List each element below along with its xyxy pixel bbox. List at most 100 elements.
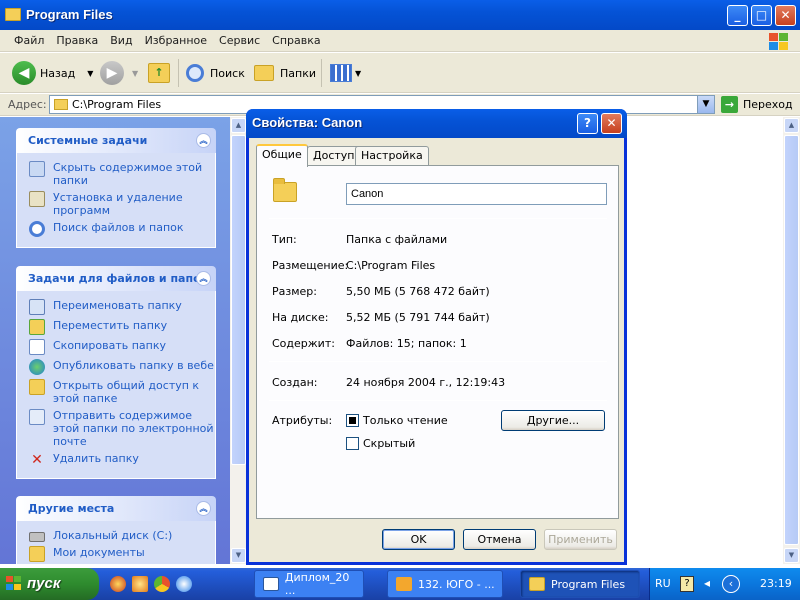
cancel-button[interactable]: Отмена bbox=[463, 529, 536, 550]
folders-button[interactable]: Папки bbox=[254, 59, 316, 87]
help-button[interactable]: ? bbox=[577, 113, 598, 134]
task-link[interactable]: Скрыть содержимое этой папки bbox=[29, 161, 215, 187]
taskbar-button-label: 132. ЮГО - ... bbox=[418, 577, 495, 591]
share-icon bbox=[29, 379, 45, 395]
task-link[interactable]: Поиск файлов и папок bbox=[29, 221, 215, 237]
created-label: Создан: bbox=[272, 376, 318, 389]
forward-button[interactable]: ▶ ▼ bbox=[100, 59, 138, 87]
up-folder-button[interactable]: ↑ bbox=[148, 59, 170, 87]
go-arrow-icon: → bbox=[721, 96, 738, 113]
menu-view[interactable]: Вид bbox=[104, 30, 138, 52]
toolbar-separator bbox=[321, 59, 322, 87]
views-button[interactable]: ▼ bbox=[330, 59, 361, 87]
collapse-icon[interactable]: ︽ bbox=[196, 501, 211, 516]
volume-icon[interactable]: ◂ bbox=[700, 576, 714, 592]
scroll-up-icon[interactable]: ▲ bbox=[231, 118, 246, 133]
app-icon bbox=[396, 577, 412, 591]
dialog-close-button[interactable]: ✕ bbox=[601, 113, 622, 134]
minimize-button[interactable]: _ bbox=[727, 5, 748, 26]
windows-logo-icon bbox=[768, 32, 788, 50]
copy-icon bbox=[29, 339, 45, 355]
quicklaunch-app-icon[interactable] bbox=[110, 576, 126, 592]
task-pane-scrollbar[interactable]: ▲ ▼ bbox=[230, 117, 247, 564]
back-label: Назад bbox=[40, 66, 76, 80]
ondisk-label: На диске: bbox=[272, 311, 329, 324]
task-link[interactable]: Отправить содержимое этой папки по элект… bbox=[29, 409, 215, 448]
search-button[interactable]: Поиск bbox=[186, 59, 245, 87]
task-label: Отправить содержимое этой папки по элект… bbox=[53, 409, 214, 448]
folder-name-input[interactable] bbox=[346, 183, 607, 205]
hidden-checkbox[interactable]: Скрытый bbox=[346, 437, 415, 450]
dialog-title-bar[interactable]: Свойства: Canon ? ✕ bbox=[246, 109, 627, 138]
file-tasks-header[interactable]: Задачи для файлов и папок ︽ bbox=[16, 266, 216, 291]
go-button[interactable]: → Переход bbox=[721, 96, 793, 113]
menu-favorites[interactable]: Избранное bbox=[139, 30, 213, 52]
language-indicator[interactable]: RU bbox=[655, 577, 671, 590]
contains-label: Содержит: bbox=[272, 337, 335, 350]
task-label: Установка и удаление программ bbox=[53, 191, 183, 217]
task-link[interactable]: Установка и удаление программ bbox=[29, 191, 215, 217]
scroll-up-icon[interactable]: ▲ bbox=[784, 118, 799, 133]
drive-icon bbox=[29, 532, 45, 542]
ondisk-value: 5,52 МБ (5 791 744 байт) bbox=[346, 311, 490, 324]
divider bbox=[269, 400, 607, 401]
ok-button[interactable]: OK bbox=[382, 529, 455, 550]
window-title-bar[interactable]: Program Files _ □ ✕ bbox=[0, 0, 800, 30]
quicklaunch-media-icon[interactable] bbox=[154, 576, 170, 592]
back-dropdown-icon[interactable]: ▼ bbox=[87, 69, 93, 78]
location-value: C:\Program Files bbox=[346, 259, 436, 272]
task-link[interactable]: Скопировать папку bbox=[29, 339, 215, 355]
other-places-header[interactable]: Другие места ︽ bbox=[16, 496, 216, 521]
menu-tools[interactable]: Сервис bbox=[213, 30, 266, 52]
back-button[interactable]: ◀ Назад ▼ bbox=[12, 59, 93, 87]
task-link[interactable]: Переименовать папку bbox=[29, 299, 215, 315]
system-tray: RU ? ◂ ‹ 23:19 bbox=[649, 568, 800, 600]
menu-help[interactable]: Справка bbox=[266, 30, 326, 52]
task-link[interactable]: Открыть общий доступ к этой папке bbox=[29, 379, 215, 405]
scroll-down-icon[interactable]: ▼ bbox=[231, 548, 246, 563]
readonly-checkbox[interactable]: Только чтение bbox=[346, 414, 448, 427]
task-label: Открыть общий доступ к этой папке bbox=[53, 379, 200, 405]
task-link[interactable]: ✕ Удалить папку bbox=[29, 452, 215, 468]
taskbar-button[interactable]: Диплом_20 ... bbox=[254, 570, 364, 598]
back-arrow-icon: ◀ bbox=[12, 61, 36, 85]
collapse-icon[interactable]: ︽ bbox=[196, 133, 211, 148]
scroll-thumb[interactable] bbox=[231, 135, 246, 465]
menu-edit[interactable]: Правка bbox=[50, 30, 104, 52]
help-tray-icon[interactable]: ? bbox=[680, 576, 694, 592]
expand-tray-icon[interactable]: ‹ bbox=[722, 575, 740, 593]
tab-sharing[interactable]: Доступ bbox=[307, 146, 361, 166]
place-link[interactable]: Локальный диск (C:) bbox=[29, 529, 215, 542]
address-dropdown-button[interactable]: ▼ bbox=[697, 96, 714, 113]
folder-icon bbox=[5, 8, 21, 21]
collapse-icon[interactable]: ︽ bbox=[196, 271, 211, 286]
search-icon bbox=[29, 221, 45, 237]
advanced-button[interactable]: Другие... bbox=[501, 410, 605, 431]
forward-dropdown-icon: ▼ bbox=[132, 68, 139, 78]
start-button[interactable]: пуск bbox=[0, 568, 99, 600]
tab-general[interactable]: Общие bbox=[256, 144, 308, 167]
toolbar-separator bbox=[178, 59, 179, 87]
close-button[interactable]: ✕ bbox=[775, 5, 796, 26]
quicklaunch-browser-icon[interactable] bbox=[176, 576, 192, 592]
menu-file[interactable]: Файл bbox=[8, 30, 50, 52]
scroll-thumb[interactable] bbox=[784, 135, 799, 545]
task-link[interactable]: Переместить папку bbox=[29, 319, 215, 335]
maximize-button[interactable]: □ bbox=[751, 5, 772, 26]
quicklaunch-app-icon[interactable] bbox=[132, 576, 148, 592]
clock: 23:19 bbox=[760, 577, 792, 590]
taskbar-button[interactable]: 132. ЮГО - ... bbox=[387, 570, 503, 598]
windows-flag-icon bbox=[6, 576, 22, 591]
file-tasks-section: Задачи для файлов и папок ︽ Переименоват… bbox=[16, 266, 216, 479]
scroll-down-icon[interactable]: ▼ bbox=[784, 548, 799, 563]
divider bbox=[269, 361, 607, 362]
taskbar-button[interactable]: Program Files bbox=[520, 570, 640, 598]
system-tasks-header[interactable]: Системные задачи ︽ bbox=[16, 128, 216, 153]
task-label: Скрыть содержимое этой папки bbox=[53, 161, 203, 187]
section-title: Другие места bbox=[28, 502, 115, 515]
place-link[interactable]: Мои документы bbox=[29, 546, 215, 562]
content-scrollbar[interactable]: ▲ ▼ bbox=[783, 117, 800, 564]
task-link[interactable]: Опубликовать папку в вебе bbox=[29, 359, 215, 375]
menu-bar: Файл Правка Вид Избранное Сервис Справка bbox=[0, 30, 800, 52]
tab-customize[interactable]: Настройка bbox=[355, 146, 429, 166]
